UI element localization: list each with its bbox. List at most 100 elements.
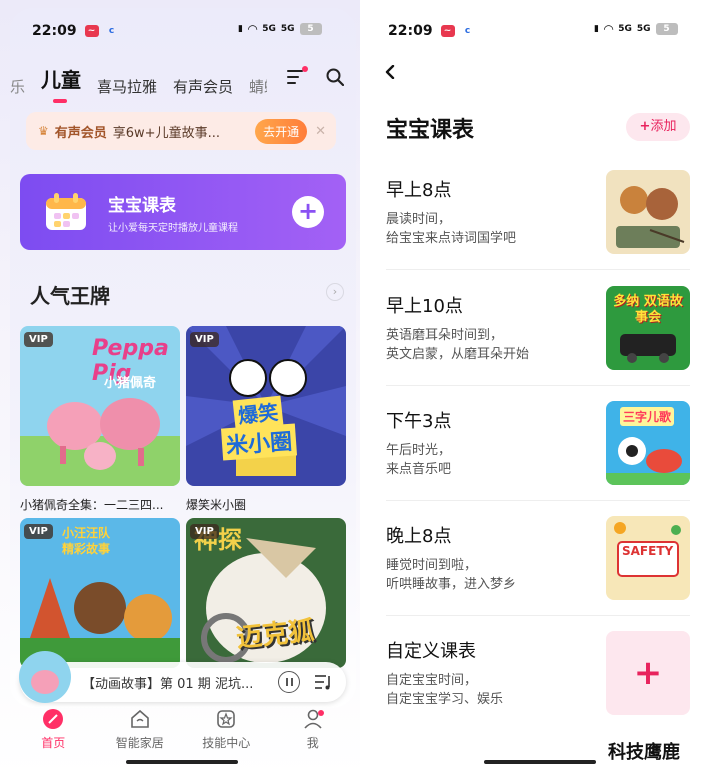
schedule-slot[interactable]: 早上10点 英语磨耳朵时间到， 英文启蒙，从磨耳朵开始 多纳 双语故事会 <box>386 286 690 408</box>
slot-desc: 英语磨耳朵时间到， 英文启蒙，从磨耳朵开始 <box>386 326 529 364</box>
crown-icon: ♛ <box>38 124 49 138</box>
player-cover <box>18 650 72 704</box>
schedule-slot[interactable]: 下午3点 午后时光， 来点音乐吧 三字儿歌 <box>386 401 690 523</box>
add-label: 添加 <box>650 119 677 134</box>
notification-app-icon: ~ <box>84 25 99 37</box>
vip-open-button[interactable]: 去开通 <box>255 118 308 144</box>
tab-menu-icon[interactable] <box>287 70 303 84</box>
nav-me[interactable]: 我 <box>270 708 357 758</box>
nav-skills[interactable]: 技能中心 <box>183 708 270 758</box>
vibrate-icon: ▮ <box>594 24 599 34</box>
bottom-nav: 首页 智能家居 技能中心 我 <box>10 708 356 758</box>
slot-desc: 午后时光， 来点音乐吧 <box>386 441 451 479</box>
slot-time: 晚上8点 <box>386 526 452 547</box>
search-icon[interactable] <box>326 68 344 86</box>
home-icon <box>43 709 64 729</box>
pause-icon[interactable] <box>278 671 300 693</box>
slot-desc-line1: 自定宝宝时间， <box>386 673 478 688</box>
custom-schedule-slot[interactable]: 自定义课表 自定宝宝时间， 自定宝宝学习、娱乐 + <box>386 631 690 753</box>
album-tile-mikefox[interactable]: 神探 迈克狐 VIP <box>186 518 346 668</box>
slot-cover-image: 三字儿歌 <box>606 401 690 485</box>
skills-icon <box>217 710 236 728</box>
signal-icon-1: 5G <box>618 24 632 34</box>
schedule-title: 宝宝课表 <box>108 195 176 216</box>
album-tile-peppa[interactable]: Peppa Pig 小猪佩奇 VIP <box>20 326 180 486</box>
chevron-right-icon[interactable]: › <box>326 283 344 301</box>
nav-label: 技能中心 <box>202 736 251 750</box>
nav-smart-home[interactable]: 智能家居 <box>97 708 184 758</box>
mixiaoquan-title-2: 米小圈 <box>220 423 298 461</box>
me-badge-dot <box>317 710 324 716</box>
album-caption[interactable]: 小猪佩奇全集：一二三四... <box>20 496 180 513</box>
wifi-icon: ◠ <box>247 22 258 36</box>
slot-desc: 晨读时间， 给宝宝来点诗词国学吧 <box>386 210 516 248</box>
status-indicators: ▮ ◠ 5G 5G 5 <box>238 22 322 36</box>
notification-c-icon: c <box>464 26 471 36</box>
baby-schedule-card[interactable]: 宝宝课表 让小爱每天定时播放儿童课程 + <box>20 174 346 250</box>
album-tile-paw[interactable]: 小汪汪队 精彩故事 VIP <box>20 518 180 668</box>
slot-cover-image: 多纳 双语故事会 <box>606 286 690 370</box>
status-bar: 22:09 ~ c <box>32 22 125 40</box>
tab-children[interactable]: 儿童 <box>41 64 81 103</box>
status-bar: 22:09 ~ c <box>388 22 481 40</box>
nav-home[interactable]: 首页 <box>10 708 97 758</box>
slot-time: 早上10点 <box>386 296 463 317</box>
album-tile-mixiaoquan[interactable]: 爆笑 米小圈 VIP <box>186 326 346 486</box>
cover-text: SAFETY <box>622 544 674 558</box>
schedule-add-button[interactable]: + <box>292 196 324 228</box>
notification-c-icon: c <box>108 26 115 36</box>
category-tabs: 乐 儿童 喜马拉雅 有声会员 蜻蜓 <box>10 64 267 103</box>
player-track-title: 【动画故事】第 01 期 泥坑... <box>82 676 254 692</box>
status-time: 22:09 <box>32 23 77 39</box>
close-icon[interactable]: ✕ <box>315 124 326 139</box>
tab-audio-member[interactable]: 有声会员 <box>173 76 233 97</box>
signal-icon-1: 5G <box>262 24 276 34</box>
plus-icon: + <box>639 119 651 134</box>
vip-badge: VIP <box>190 332 219 347</box>
divider <box>386 269 690 270</box>
tab-partial-right[interactable]: 蜻蜓 <box>249 76 267 97</box>
home-screen: 22:09 ~ c ▮ ◠ 5G 5G 5 乐 儿童 喜马拉雅 有声会员 蜻蜓 … <box>0 0 360 779</box>
slot-desc: 自定宝宝时间， 自定宝宝学习、娱乐 <box>386 671 503 709</box>
vibrate-icon: ▮ <box>238 24 243 34</box>
slot-desc: 睡觉时间到啦， 听哄睡故事，进入梦乡 <box>386 556 516 594</box>
slot-time: 自定义课表 <box>386 641 476 662</box>
slot-desc-line2: 听哄睡故事，进入梦乡 <box>386 577 517 592</box>
vip-promo-banner[interactable]: ♛ 有声会员 享6w+儿童故事... 去开通 ✕ <box>26 112 336 150</box>
signal-icon-2: 5G <box>636 24 651 34</box>
slot-desc-line1: 睡觉时间到啦， <box>386 558 478 573</box>
playlist-icon[interactable] <box>314 674 332 690</box>
divider <box>386 500 690 501</box>
album-caption[interactable]: 爆笑米小圈 <box>186 496 246 513</box>
vip-title: 有声会员 <box>54 125 107 141</box>
slot-cover-image: SAFETY <box>606 516 690 600</box>
slot-desc-line1: 午后时光， <box>386 443 452 458</box>
schedule-screen: 22:09 ~ c ▮ ◠ 5G 5G 5 宝宝课表 +添加 早上8点 晨读时间… <box>360 0 720 779</box>
battery-icon: 5 <box>655 23 678 35</box>
divider <box>386 615 690 616</box>
notification-app-icon: ~ <box>440 25 455 37</box>
schedule-slot[interactable]: 早上8点 晨读时间， 给宝宝来点诗词国学吧 <box>386 170 690 292</box>
watermark: 科技鹰鹿 <box>608 742 680 763</box>
home-indicator <box>484 760 596 764</box>
slot-desc-line1: 晨读时间， <box>386 212 452 227</box>
plus-icon: + <box>633 653 663 693</box>
tab-ximalaya[interactable]: 喜马拉雅 <box>97 76 157 97</box>
mini-player[interactable]: 【动画故事】第 01 期 泥坑... <box>19 651 346 703</box>
add-custom-button[interactable]: + <box>606 631 690 715</box>
smart-home-icon <box>130 709 149 728</box>
paw-title-2: 精彩故事 <box>62 542 111 556</box>
nav-label: 我 <box>306 736 319 750</box>
peppa-cn-text: 小猪佩奇 <box>104 376 157 391</box>
signal-icon-2: 5G <box>280 24 295 34</box>
home-indicator <box>126 760 238 764</box>
battery-icon: 5 <box>299 23 322 35</box>
slot-time: 早上8点 <box>386 180 452 201</box>
slot-desc-line1: 英语磨耳朵时间到， <box>386 328 504 343</box>
add-schedule-button[interactable]: +添加 <box>626 113 690 141</box>
schedule-slot[interactable]: 晚上8点 睡觉时间到啦， 听哄睡故事，进入梦乡 SAFETY <box>386 516 690 638</box>
paw-title-1: 小汪汪队 <box>62 526 111 540</box>
tab-partial-left[interactable]: 乐 <box>10 76 25 97</box>
slot-desc-line2: 给宝宝来点诗词国学吧 <box>386 231 517 246</box>
back-arrow-icon[interactable] <box>384 65 396 79</box>
